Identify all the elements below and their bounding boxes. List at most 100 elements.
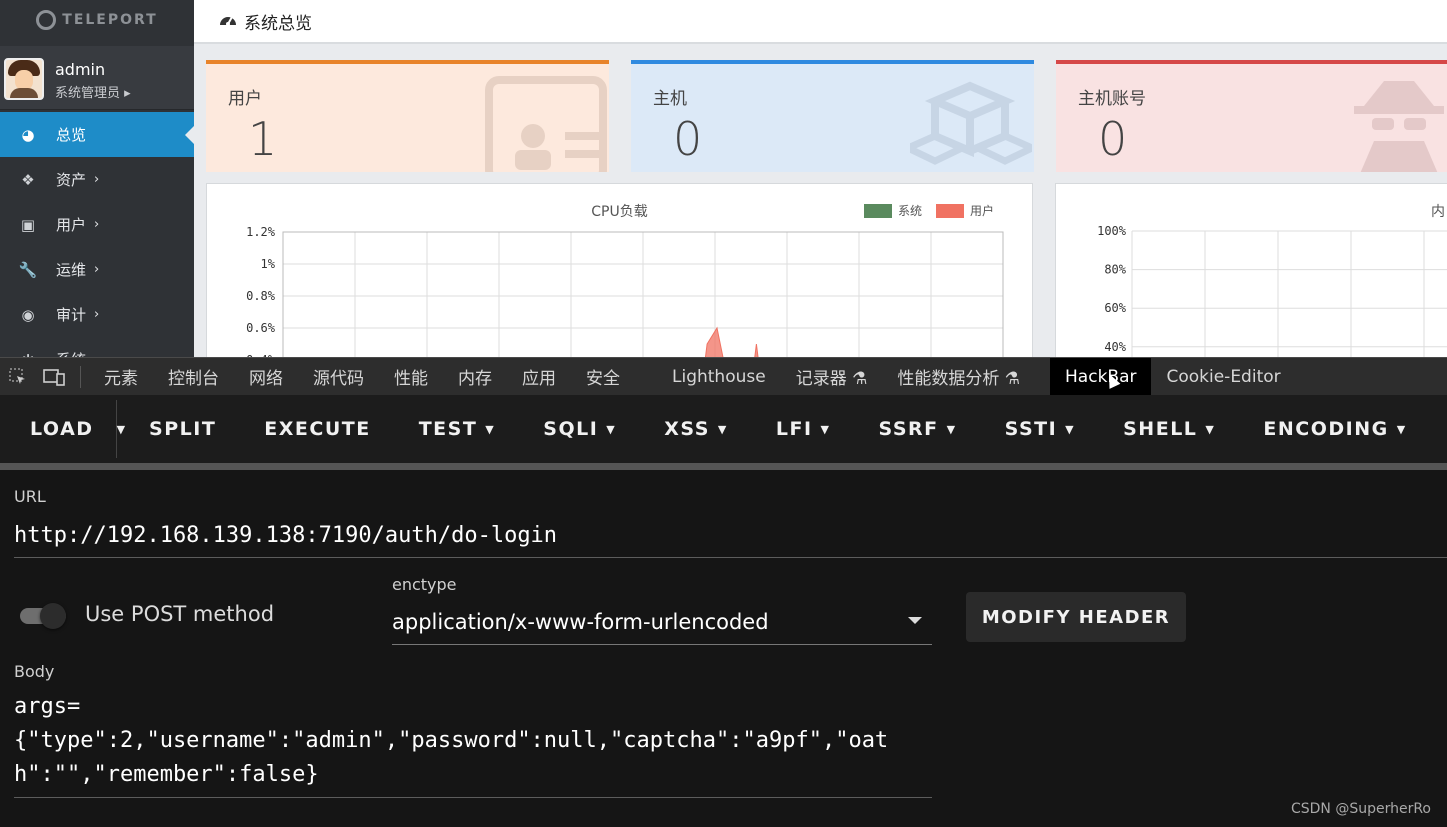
devtools-tab-11[interactable]: HackBar — [1050, 357, 1152, 396]
modify-header-button[interactable]: MODIFY HEADER — [966, 592, 1186, 642]
caret-down-icon: ▼ — [1205, 422, 1216, 436]
devtools-tab-8[interactable]: Lighthouse — [657, 358, 781, 396]
sidebar-item-2[interactable]: ▣ 用户 › — [0, 202, 194, 247]
user-name: admin — [55, 60, 106, 79]
devtools-tab-1[interactable]: 控制台 — [153, 358, 234, 396]
button-label: LOAD — [30, 418, 94, 440]
cpu-chart-panel: CPU负载 系统 用户 1.2%1%0.8%0.6%0.4%0.2% — [206, 183, 1033, 357]
sidebar-item-4[interactable]: ◉ 审计 › — [0, 292, 194, 337]
stat-value: 0 — [1098, 112, 1128, 166]
hackbar-shell-button[interactable]: SHELL ▼ — [1099, 395, 1239, 463]
hackbar-sqli-button[interactable]: SQLI ▼ — [519, 395, 640, 463]
stat-label: 主机账号 — [1078, 89, 1146, 109]
url-input[interactable] — [14, 514, 1447, 558]
teleport-web-page: TELEPORT admin 系统管理员 ▸ ◕ 总览 ❖ 资产 › ▣ 用户 › 🔧 运维 › ◉ 审… — [0, 0, 1447, 357]
hackbar-load-button[interactable]: LOAD — [0, 395, 116, 463]
body-label: Body — [14, 662, 55, 681]
logo: TELEPORT — [0, 0, 194, 40]
hackbar-lfi-button[interactable]: LFI ▼ — [752, 395, 855, 463]
hackbar-toolbar: LOAD ▼ SPLIT EXECUTE TEST ▼ SQLI ▼ XSS ▼ LFI ▼ SSRF ▼… — [0, 395, 1447, 463]
wrench-icon: 🔧 — [18, 260, 38, 279]
devtools-tab-9[interactable]: 记录器 ⚗ — [781, 358, 883, 396]
user-panel[interactable]: admin 系统管理员 ▸ — [0, 46, 194, 110]
hackbar-split-button[interactable]: SPLIT — [125, 395, 240, 463]
hackbar-ssti-button[interactable]: SSTI ▼ — [981, 395, 1100, 463]
chevron-right-icon: › — [94, 307, 100, 322]
y-tick-label: 40% — [1104, 340, 1126, 354]
sidebar-item-label: 用户 — [56, 216, 87, 234]
button-label: SQLI — [543, 418, 599, 440]
body-input[interactable]: args= {"type":2,"username":"admin","pass… — [14, 690, 932, 798]
hackbar-execute-button[interactable]: EXECUTE — [240, 395, 394, 463]
y-tick-label: 80% — [1104, 263, 1126, 277]
post-method-toggle[interactable] — [16, 601, 70, 629]
devtools-tab-12[interactable]: Cookie-Editor — [1151, 358, 1295, 396]
dashboard-icon — [218, 11, 238, 32]
caret-down-icon: ▼ — [1065, 422, 1076, 436]
devtools-tab-4[interactable]: 性能 — [379, 358, 443, 396]
logo-text: TELEPORT — [62, 12, 158, 28]
dashboard-icon: ◕ — [21, 125, 35, 144]
hackbar-ssrf-button[interactable]: SSRF ▼ — [855, 395, 981, 463]
chevron-right-icon: › — [94, 172, 100, 187]
y-tick-label: 0.8% — [246, 289, 276, 303]
user-role[interactable]: 系统管理员 ▸ — [55, 82, 131, 101]
devtools-tab-0[interactable]: 元素 — [89, 358, 153, 396]
id-card-icon — [485, 76, 607, 172]
devtools-tab-5[interactable]: 内存 — [443, 358, 507, 396]
sidebar-item-label: 系统 — [56, 349, 86, 357]
devtools-tab-2[interactable]: 网络 — [234, 358, 298, 396]
stat-label: 用户 — [228, 89, 262, 109]
button-label: SSRF — [878, 418, 939, 440]
devtools-tab-7[interactable]: 安全 — [571, 358, 635, 396]
enctype-label: enctype — [392, 575, 457, 594]
button-label: ENCODING — [1263, 418, 1389, 440]
caret-right-icon: ▸ — [124, 86, 131, 101]
inspect-element-icon[interactable] — [0, 358, 36, 396]
cubes-icon: ❖ — [21, 170, 35, 189]
load-options-caret-icon[interactable]: ▼ — [115, 400, 125, 458]
hackbar-body: URL Use POST method enctype application/… — [0, 470, 1447, 827]
sidebar-item-label: 总览 — [56, 126, 87, 144]
stat-card-0[interactable]: 用户 1 — [206, 60, 609, 172]
hackbar-hash-button[interactable]: HASH — [1431, 395, 1447, 463]
hackbar-encoding-button[interactable]: ENCODING ▼ — [1239, 395, 1430, 463]
y-tick-label: 60% — [1104, 301, 1126, 315]
page-title: 系统总览 — [244, 13, 312, 34]
button-label: LFI — [775, 418, 813, 440]
post-method-label: Use POST method — [85, 602, 275, 626]
sidebar-item-1[interactable]: ❖ 资产 › — [0, 157, 194, 202]
chevron-right-icon: › — [94, 262, 100, 277]
devtools-tab-3[interactable]: 源代码 — [298, 358, 379, 396]
enctype-select[interactable]: application/x-www-form-urlencoded — [392, 600, 932, 645]
stat-value: 0 — [673, 112, 703, 166]
devtools-tab-6[interactable]: 应用 — [507, 358, 571, 396]
url-label: URL — [14, 487, 46, 506]
hackbar-xss-button[interactable]: XSS ▼ — [640, 395, 752, 463]
stat-card-1[interactable]: 主机 0 — [631, 60, 1034, 172]
y-tick-label: 1% — [261, 257, 276, 271]
stat-card-2[interactable]: 主机账号 0 — [1056, 60, 1447, 172]
caret-down-icon: ▼ — [606, 422, 617, 436]
devtools-tab-10[interactable]: 性能数据分析 ⚗ — [882, 358, 1050, 396]
screen: TELEPORT admin 系统管理员 ▸ ◕ 总览 ❖ 资产 › ▣ 用户 › 🔧 运维 › ◉ 审… — [0, 0, 1447, 827]
stat-label: 主机 — [653, 89, 687, 109]
divider — [80, 365, 81, 388]
hackbar-test-button[interactable]: TEST ▼ — [395, 395, 520, 463]
sidebar-item-3[interactable]: 🔧 运维 › — [0, 247, 194, 292]
y-tick-label: 100% — [1097, 224, 1127, 238]
watermark: CSDN @SuperherRo — [1290, 801, 1431, 817]
caret-down-icon: ▼ — [1396, 422, 1407, 436]
caret-down-icon: ▼ — [717, 422, 728, 436]
button-label: XSS — [664, 418, 710, 440]
spy-icon — [1344, 76, 1447, 172]
memory-chart: 100%80%60%40%20% — [1097, 224, 1447, 357]
device-toggle-icon[interactable] — [36, 358, 72, 396]
caret-down-icon: ▼ — [485, 422, 496, 436]
sidebar-item-0[interactable]: ◕ 总览 — [0, 112, 194, 157]
divider — [0, 463, 1447, 470]
enctype-value: application/x-www-form-urlencoded — [392, 610, 769, 634]
sidebar-item-5[interactable]: ✲系统 — [0, 337, 194, 358]
sidebar-item-label: 审计 — [56, 306, 87, 324]
devtools-tabbar: 元素 控制台 网络 源代码 性能 内存 应用 安全 Lighthouse 记录器 ⚗ 性能数据分析 … — [0, 357, 1447, 396]
